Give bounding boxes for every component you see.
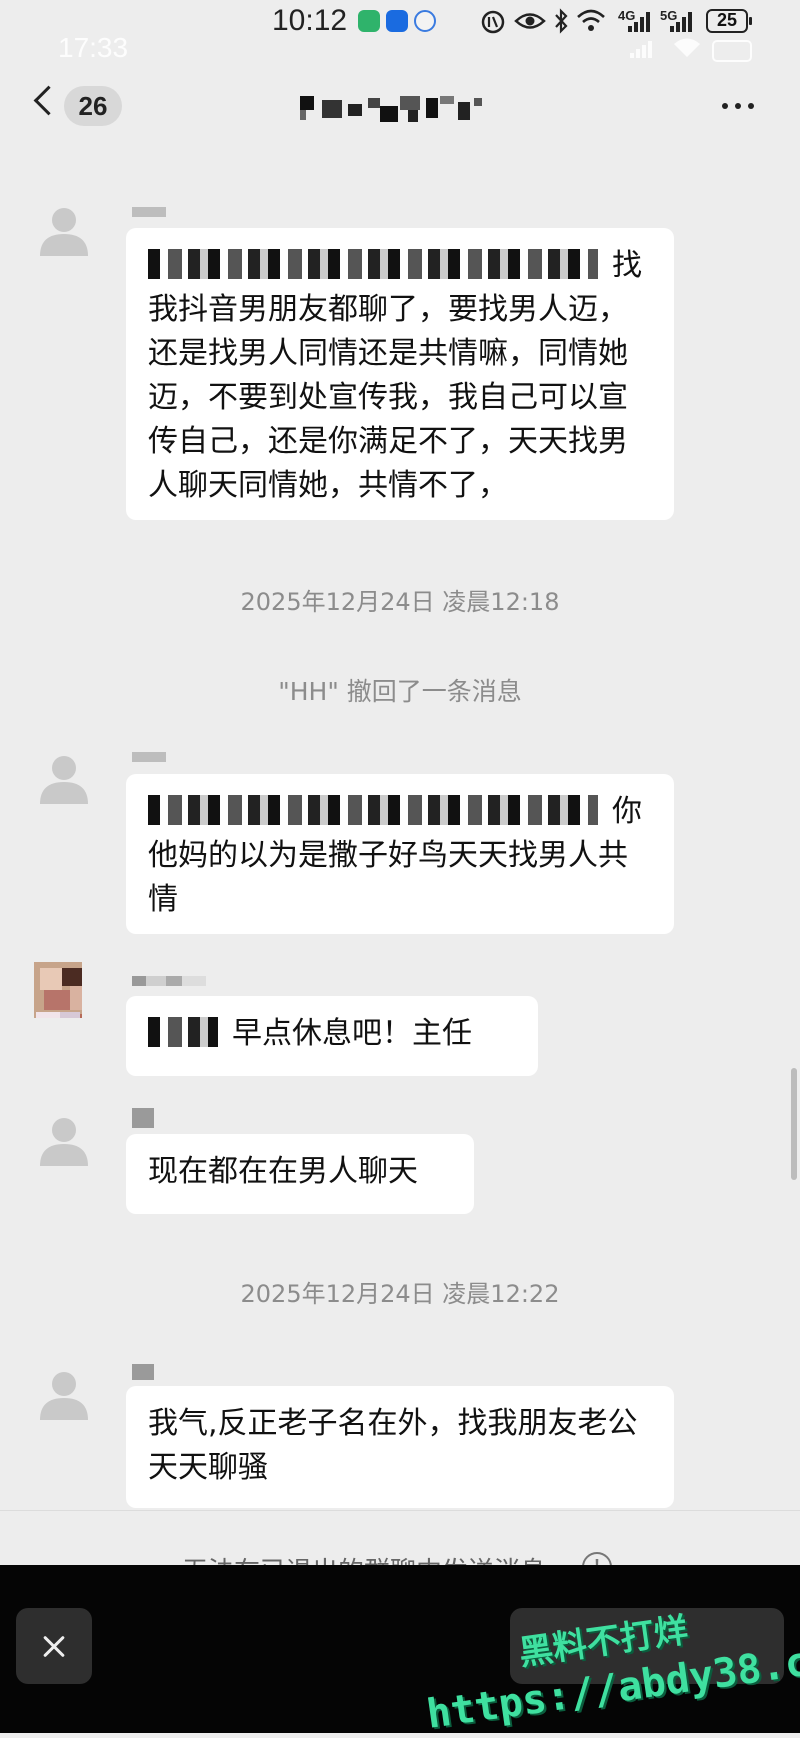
message-bubble[interactable]: 早点休息吧！主任 [126,996,538,1076]
bluetooth-icon [555,8,568,34]
app-notification-icon [386,10,408,32]
redacted-text [148,795,598,825]
sender-name-redacted [132,976,206,986]
sender-name-redacted [132,752,166,762]
chat-title-redacted [300,96,482,122]
dot [748,103,754,109]
signal-bars-icon [628,12,650,32]
message-bubble[interactable]: 你他妈的以为是撒子好鸟天天找男人共情 [126,774,674,934]
ghost-wifi-icon [674,38,700,57]
wifi-icon [577,9,605,31]
ghost-signal-icon [630,40,652,58]
sender-name-redacted [132,207,166,217]
unread-count-badge: 26 [64,86,122,126]
message-bubble[interactable]: 我气,反正老子名在外，找我朋友老公天天聊骚 [126,1386,674,1508]
message-text: 找我抖音男朋友都聊了，要找男人迈，还是找男人同情还是共情嘛，同情她迈，不要到处宣… [148,248,642,503]
close-button[interactable] [16,1608,92,1684]
message-text: 我气,反正老子名在外，找我朋友老公天天聊骚 [148,1406,638,1485]
message-bubble[interactable]: 现在都在在男人聊天 [126,1134,474,1214]
scrollbar-thumb[interactable] [791,1068,797,1180]
dot [722,103,728,109]
avatar-default-icon[interactable] [36,1110,92,1166]
status-bar: 17:33 10:12 4G 5G 25 [0,0,800,63]
sender-name-redacted [132,1108,154,1128]
avatar-default-icon[interactable] [36,200,92,256]
message-text: 早点休息吧！主任 [232,1016,472,1051]
back-button[interactable]: 26 [30,82,130,130]
message-bubble[interactable]: 找我抖音男朋友都聊了，要找男人迈，还是找男人同情还是共情嘛，同情她迈，不要到处宣… [126,228,674,520]
avatar-photo[interactable] [26,962,82,1018]
ghost-clock: 17:33 [58,32,129,63]
redacted-text [148,1017,218,1047]
app-notification-icon [358,10,380,32]
message-text: 现在都在在男人聊天 [148,1154,418,1189]
redacted-text [148,249,598,279]
recall-notice: "HH" 撤回了一条消息 [278,677,522,706]
ghost-battery-icon [712,40,752,62]
signal-bars-icon [670,12,692,32]
chevron-left-icon [33,85,64,116]
avatar-default-icon[interactable] [36,1364,92,1420]
timestamp: 2025年12月24日 凌晨12:18 [240,588,560,616]
hd-call-icon [481,10,505,34]
app-notification-icon [414,10,436,32]
avatar-default-icon[interactable] [36,748,92,804]
status-clock: 10:12 [272,4,348,37]
more-options-button[interactable] [722,96,762,116]
sender-name-redacted [132,1364,154,1380]
dot [735,103,741,109]
battery-icon: 25 [706,9,752,33]
timestamp: 2025年12月24日 凌晨12:22 [240,1280,560,1308]
eye-icon [514,13,546,29]
